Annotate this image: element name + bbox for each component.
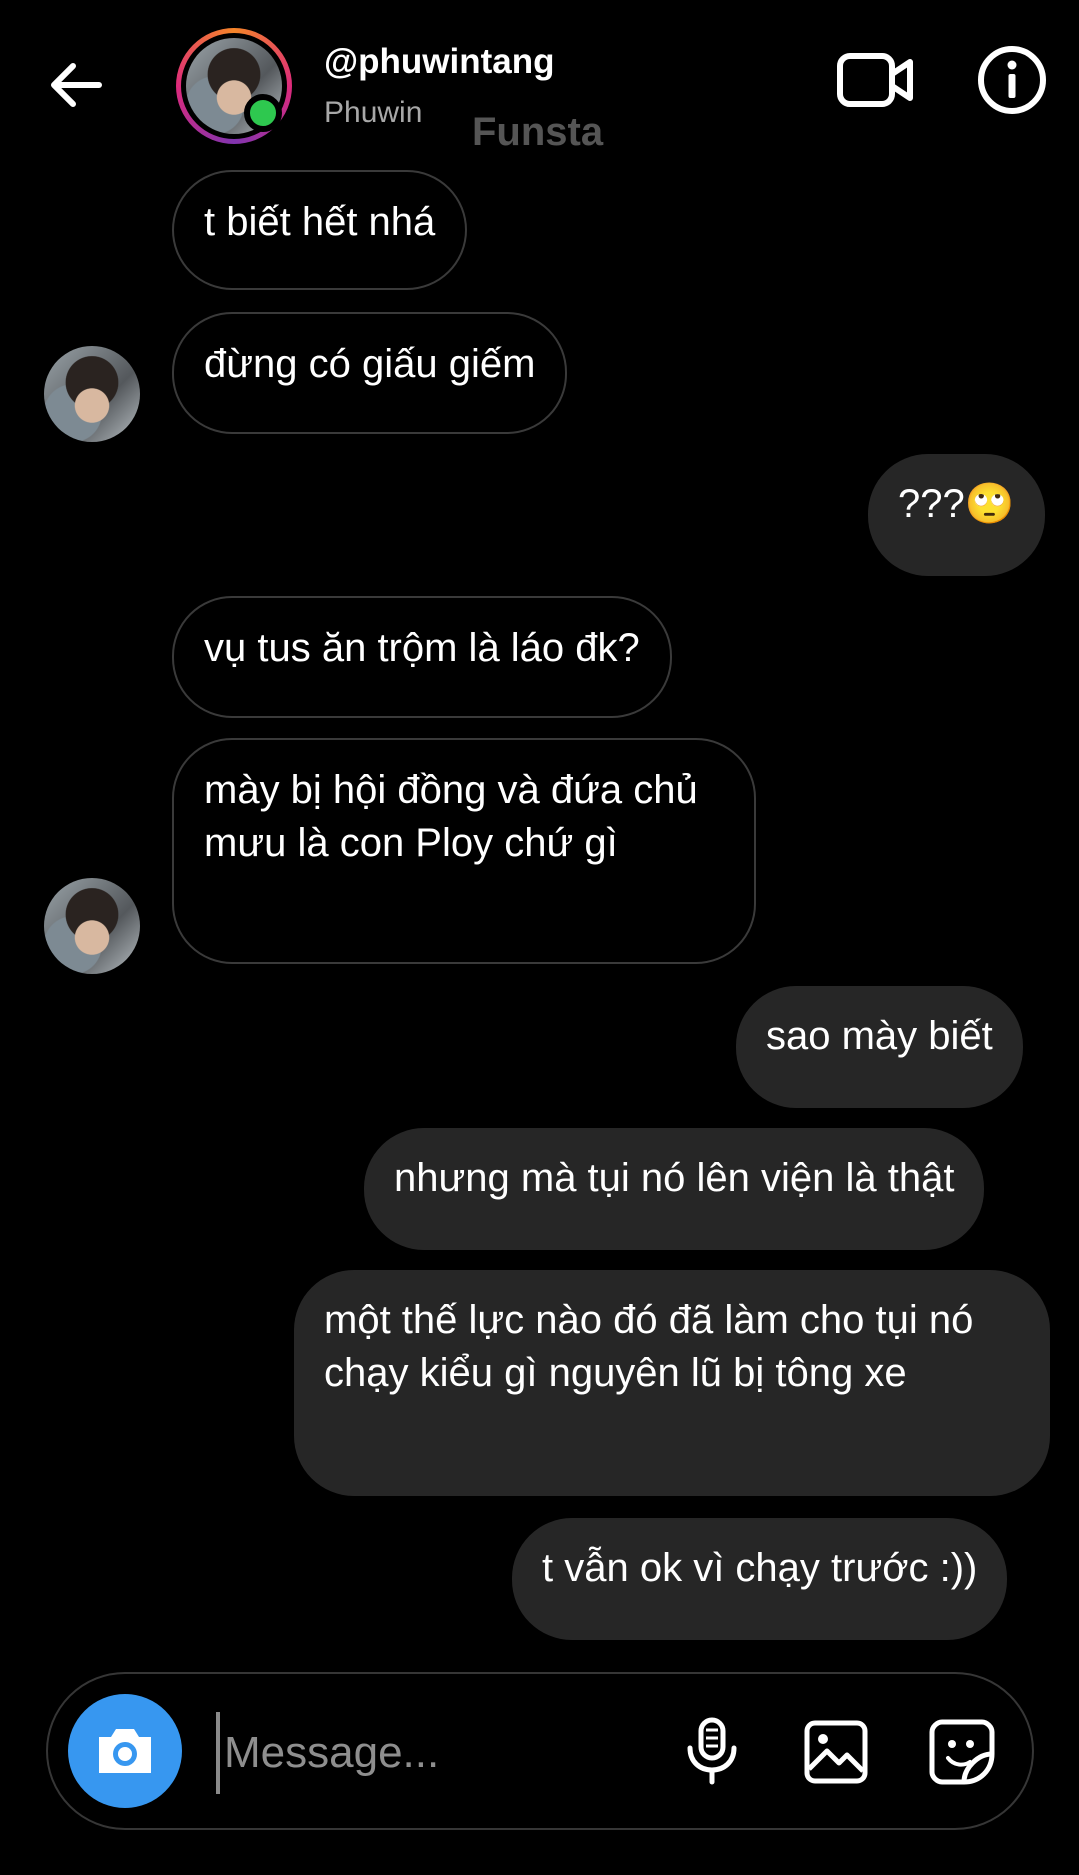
gallery-icon	[804, 1720, 868, 1784]
message-bubble-outgoing[interactable]: t vẫn ok vì chạy trước :))	[512, 1518, 1008, 1640]
sender-avatar[interactable]	[44, 346, 140, 442]
video-camera-icon	[837, 53, 913, 107]
message-input[interactable]	[216, 1712, 696, 1794]
thread-header: @phuwintang Phuwin Funsta	[0, 0, 1079, 170]
message-composer	[46, 1672, 1034, 1830]
back-button[interactable]	[40, 55, 110, 115]
sender-avatar[interactable]	[44, 878, 140, 974]
message-bubble-outgoing[interactable]: một thế lực nào đó đã làm cho tụi nó chạ…	[294, 1270, 1050, 1496]
sticker-button[interactable]	[920, 1710, 1004, 1794]
thread-display-name: Phuwin	[324, 96, 423, 129]
microphone-icon	[687, 1717, 737, 1785]
info-button[interactable]	[976, 44, 1048, 116]
message-bubble-incoming[interactable]: mày bị hội đồng và đứa chủ mưu là con Pl…	[172, 738, 756, 964]
message-bubble-outgoing[interactable]: sao mày biết	[736, 986, 1023, 1108]
thread-username[interactable]: @phuwintang	[324, 42, 554, 82]
info-icon	[978, 46, 1046, 114]
message-bubble-incoming[interactable]: t biết hết nhá	[172, 170, 468, 290]
video-call-button[interactable]	[836, 48, 916, 112]
message-bubble-incoming[interactable]: đừng có giấu giếm	[172, 312, 568, 434]
message-bubble-incoming[interactable]: vụ tus ăn trộm là láo đk?	[172, 596, 672, 718]
message-bubble-outgoing[interactable]: ???🙄	[868, 454, 1045, 576]
gallery-button[interactable]	[794, 1710, 878, 1794]
message-bubble-outgoing[interactable]: nhưng mà tụi nó lên viện là thật	[364, 1128, 985, 1250]
online-status-dot	[244, 94, 282, 132]
camera-button[interactable]	[68, 1694, 182, 1808]
sticker-icon	[929, 1719, 995, 1785]
dm-thread-screen: @phuwintang Phuwin Funsta t biết hết nhá…	[0, 0, 1079, 1875]
overlay-label: Funsta	[472, 110, 604, 154]
back-arrow-icon	[51, 63, 102, 107]
camera-icon	[99, 1729, 151, 1773]
voice-message-button[interactable]	[670, 1710, 754, 1794]
